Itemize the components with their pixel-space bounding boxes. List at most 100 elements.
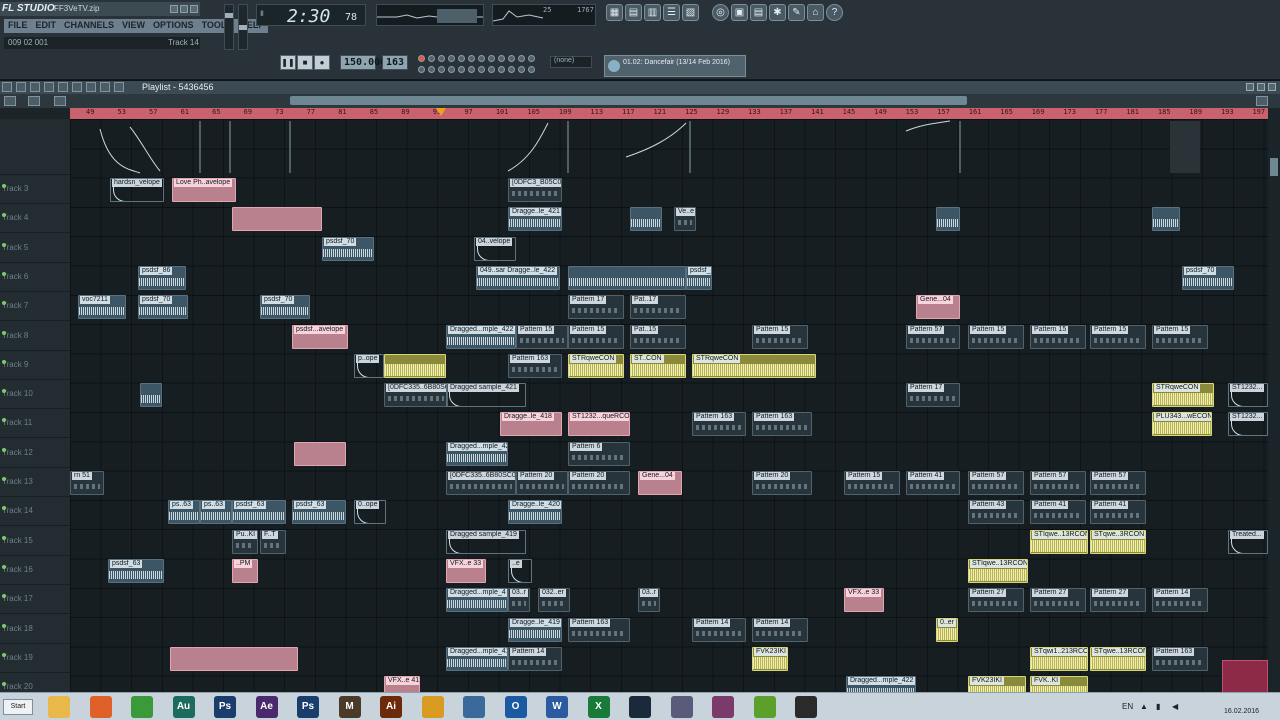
playlist-clip[interactable]: Pattern 14 <box>752 617 808 642</box>
playlist-clip[interactable]: STqwe..13RCON <box>1090 646 1146 671</box>
playlist-clip[interactable]: Dragged...mple_422 <box>446 324 516 349</box>
mode-dot[interactable] <box>518 66 525 73</box>
playlist-clip[interactable] <box>232 207 322 232</box>
playlist-clip[interactable]: 03..r <box>638 588 660 613</box>
outlook-icon[interactable]: O <box>504 696 527 718</box>
playlist-clip[interactable]: Pattern 15 <box>1152 324 1208 349</box>
track-mute-led-icon[interactable] <box>2 477 6 481</box>
snap-selector[interactable] <box>0 108 70 119</box>
track-mute-led-icon[interactable] <box>2 623 6 628</box>
menu-edit[interactable]: EDIT <box>32 19 61 33</box>
playlist-clip[interactable]: FVK23IKI <box>752 646 788 671</box>
close-icon[interactable] <box>190 5 198 13</box>
tempo-display[interactable]: 150.000 <box>340 55 386 70</box>
playlist-clip[interactable]: Pattern 14 <box>692 617 746 642</box>
playlist-clip[interactable]: 03..r <box>508 588 530 613</box>
playlist-clip[interactable]: Pattern 163 <box>1152 646 1208 671</box>
track-header-automation[interactable] <box>0 119 70 175</box>
playlist-clip[interactable]: VFX..e 41 <box>384 676 420 692</box>
track-header[interactable]: Track 7 <box>0 292 70 322</box>
playlist-clip[interactable]: Pattern 6 <box>568 441 630 466</box>
playlist-clip[interactable]: psdsf_70 <box>138 295 188 320</box>
horizontal-scrollbar[interactable] <box>290 96 967 105</box>
tray-icon[interactable]: ▲ <box>1140 702 1148 711</box>
mute-tool-icon[interactable] <box>72 82 82 92</box>
track-header[interactable]: Track 10 <box>0 380 70 410</box>
excel-icon[interactable]: X <box>587 696 610 718</box>
maximize-icon[interactable] <box>180 5 188 13</box>
playlist-clip[interactable]: Pattern 163 <box>508 353 562 378</box>
playlist-clip[interactable]: Pattern 163 <box>692 412 746 437</box>
after-effects-icon[interactable]: Ae <box>255 696 278 718</box>
automation-lane[interactable] <box>70 119 1268 175</box>
mode-dot[interactable] <box>488 55 495 62</box>
track-header[interactable]: Track 17 <box>0 585 70 615</box>
mode-dot[interactable] <box>438 55 445 62</box>
pattern-display[interactable]: 163 <box>382 55 408 70</box>
track-header[interactable]: Track 9 <box>0 351 70 380</box>
playlist-clip[interactable]: rn 51 <box>70 471 104 495</box>
mode-dot[interactable] <box>468 66 475 73</box>
playlist-clip[interactable]: [0DFC335..6B80SC0] <box>384 383 448 408</box>
playlist-clip[interactable]: ps..63 <box>168 500 200 525</box>
mode-dot[interactable] <box>438 66 445 73</box>
folder-icon[interactable] <box>48 696 70 718</box>
playhead-marker[interactable] <box>436 108 446 116</box>
playlist-clip[interactable]: Pattern 15 <box>568 324 624 349</box>
track-header[interactable]: Track 6 <box>0 263 70 292</box>
playlist-clip[interactable]: Dragged sample_421 <box>446 383 526 408</box>
mode-dot[interactable] <box>468 55 475 62</box>
stop-button[interactable]: ■ <box>297 55 313 70</box>
playlist-clip[interactable]: STRqweCON <box>1152 383 1214 408</box>
playlist-clip[interactable]: FVK23IKI <box>968 676 1026 692</box>
record-button[interactable]: ● <box>314 55 330 70</box>
playlist-clip[interactable]: Dragged...mple_420 <box>446 441 508 466</box>
track-mute-led-icon[interactable] <box>2 535 6 540</box>
master-pitch-slider[interactable] <box>238 4 248 50</box>
playlist-clip[interactable]: Pattern 20 <box>568 471 630 495</box>
photoshop-icon-2[interactable]: Ps <box>297 696 319 718</box>
playlist-clip[interactable]: Pattern 57 <box>1030 471 1086 495</box>
playlist-clip[interactable]: [0DFC3_B05C0] <box>508 178 562 202</box>
playlist-clip[interactable]: psdsf_70 <box>260 295 310 320</box>
master-volume-slider[interactable] <box>224 4 234 50</box>
utorrent-icon[interactable] <box>753 696 776 718</box>
playlist-clip[interactable]: Pattern 17 <box>906 383 960 408</box>
playlist-clip[interactable] <box>936 207 960 232</box>
illustrator-icon[interactable]: Ai <box>380 696 402 718</box>
photoshop-icon[interactable]: Ps <box>214 696 236 718</box>
playlist-clip[interactable]: psdsf_70 <box>1182 265 1234 290</box>
playlist-clip[interactable]: [0DFC335..6B80SC0] <box>446 471 516 495</box>
playlist-maximize-icon[interactable] <box>1257 83 1265 91</box>
playlist-clip[interactable] <box>630 207 662 232</box>
playlist-clip[interactable]: ..e <box>508 558 532 583</box>
playlist-clip[interactable]: Treated... <box>1228 529 1268 554</box>
playlist-clip[interactable]: Pattern 15 <box>968 324 1024 349</box>
playlist-clip[interactable]: Love Ph..avelope <box>172 178 236 202</box>
playlist-clip[interactable]: Pat..17 <box>630 295 686 320</box>
start-button[interactable]: Start <box>3 699 33 715</box>
clock-date[interactable]: 16.02.2016 <box>1224 708 1259 715</box>
track-header[interactable]: Track 11 <box>0 409 70 439</box>
playlist-clip[interactable]: FVK..KI <box>1030 676 1088 692</box>
menu-options[interactable]: OPTIONS <box>149 19 198 33</box>
playlist-clip[interactable] <box>294 441 346 466</box>
playlist-clip[interactable]: 0..ope <box>354 500 386 525</box>
playlist-clip[interactable]: hardsn_velope <box>110 178 164 202</box>
mode-dot[interactable] <box>488 66 495 73</box>
playlist-clip[interactable]: p..ope <box>354 353 384 378</box>
playlist-clip[interactable]: Gene...04 <box>916 295 960 320</box>
track-header[interactable]: Track 18 <box>0 615 70 644</box>
track-header[interactable]: Track 3 <box>0 175 70 204</box>
mode-dot[interactable] <box>508 66 515 73</box>
lock-icon[interactable]: ⌂ <box>807 4 824 21</box>
playlist-clip[interactable] <box>1152 207 1180 232</box>
mode-dot[interactable] <box>528 55 535 62</box>
song-time-display[interactable]: ▮ 2:30 78 <box>256 4 366 27</box>
zoom-icon[interactable] <box>4 96 16 106</box>
playlist-clip[interactable]: Pattern 15 <box>1030 324 1086 349</box>
menu-file[interactable]: FILE <box>4 19 32 33</box>
mode-dot[interactable] <box>428 55 435 62</box>
playlist-menu-icon[interactable] <box>2 82 12 92</box>
plugin-picker-icon[interactable]: ◎ <box>712 4 729 21</box>
